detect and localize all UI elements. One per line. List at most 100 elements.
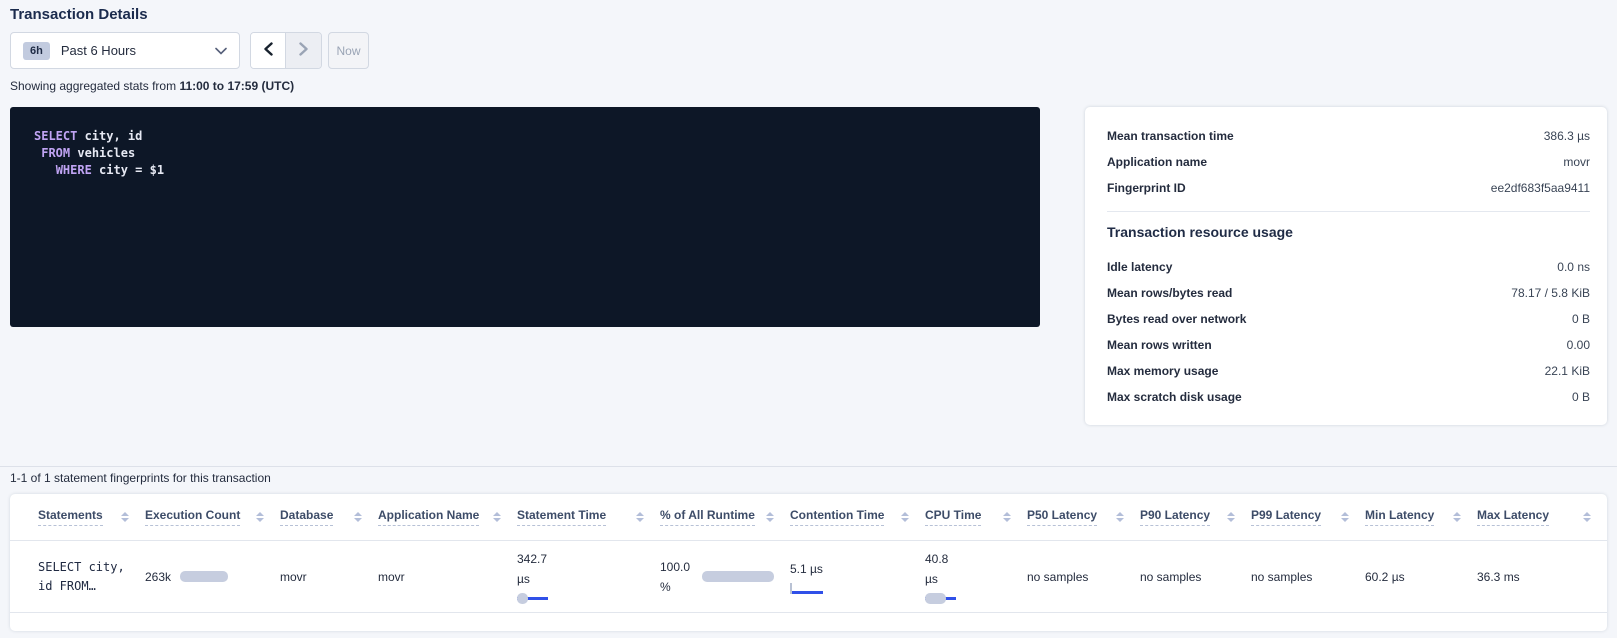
now-button[interactable]: Now xyxy=(328,32,369,69)
pct-runtime-bar xyxy=(702,571,774,582)
contention-time-value: 5.1 µs xyxy=(790,559,909,579)
summary-label: Fingerprint ID xyxy=(1107,181,1186,195)
sql-keyword: FROM xyxy=(41,146,70,160)
column-header-label[interactable]: Min Latency xyxy=(1365,508,1434,526)
resource-value: 0.00 xyxy=(1567,338,1590,352)
column-header-label[interactable]: Statement Time xyxy=(517,508,606,526)
resource-value: 78.17 / 5.8 KiB xyxy=(1511,286,1590,300)
transaction-details-page: Transaction Details 6h Past 6 Hours Now … xyxy=(0,0,1617,638)
cpu-time-bar xyxy=(925,593,956,604)
sql-keyword: WHERE xyxy=(56,163,92,177)
execution-count-value: 263k xyxy=(145,570,171,584)
column-header-label[interactable]: % of All Runtime xyxy=(660,508,755,526)
summary-row: Fingerprint ID ee2df683f5aa9411 xyxy=(1107,175,1590,201)
contention-time-cell: 5.1 µs xyxy=(790,559,925,594)
summary-value: movr xyxy=(1563,155,1590,169)
resource-row: Max scratch disk usage 0 B xyxy=(1107,384,1590,410)
sort-icon[interactable] xyxy=(1003,512,1011,522)
sort-icon[interactable] xyxy=(493,512,501,522)
pct-runtime-value: 100.0 xyxy=(660,557,690,577)
column-header-p99-latency: P99 Latency xyxy=(1251,494,1365,540)
statement-time-unit: µs xyxy=(517,569,644,589)
chevron-left-icon xyxy=(264,42,273,59)
time-range-picker[interactable]: 6h Past 6 Hours xyxy=(10,32,240,69)
column-header-label[interactable]: Statements xyxy=(38,508,103,526)
sort-icon[interactable] xyxy=(121,512,129,522)
resource-row: Bytes read over network 0 B xyxy=(1107,306,1590,332)
resource-label: Mean rows/bytes read xyxy=(1107,286,1232,300)
summary-value: ee2df683f5aa9411 xyxy=(1491,181,1590,195)
p50-latency-cell: no samples xyxy=(1027,570,1140,584)
sql-line: SELECT city, id xyxy=(34,128,1016,145)
resource-label: Bytes read over network xyxy=(1107,312,1246,326)
sort-icon[interactable] xyxy=(636,512,644,522)
mean-line xyxy=(790,591,823,594)
column-header-label[interactable]: Application Name xyxy=(378,508,479,526)
statement-time-bar xyxy=(517,593,548,604)
column-header-label[interactable]: Execution Count xyxy=(145,508,240,526)
statement-time-cell: 342.7 µs xyxy=(517,549,660,604)
summary-label: Mean transaction time xyxy=(1107,129,1234,143)
column-header-label[interactable]: P99 Latency xyxy=(1251,508,1321,526)
sort-icon[interactable] xyxy=(1341,512,1349,522)
column-header-pct-runtime: % of All Runtime xyxy=(660,494,790,540)
sort-icon[interactable] xyxy=(256,512,264,522)
time-range-label: Past 6 Hours xyxy=(61,43,136,58)
resource-value: 0 B xyxy=(1572,390,1590,404)
resource-label: Max memory usage xyxy=(1107,364,1218,378)
column-header-label[interactable]: Max Latency xyxy=(1477,508,1549,526)
column-header-min-latency: Min Latency xyxy=(1365,494,1477,540)
resource-row: Idle latency 0.0 ns xyxy=(1107,254,1590,280)
max-latency-cell: 36.3 ms xyxy=(1477,570,1607,584)
bar-axis-tick xyxy=(790,583,792,594)
column-header-max-latency: Max Latency xyxy=(1477,494,1607,540)
resource-label: Idle latency xyxy=(1107,260,1172,274)
statement-fingerprints-caption: 1-1 of 1 statement fingerprints for this… xyxy=(10,471,271,485)
transaction-summary-card: Mean transaction time 386.3 µs Applicati… xyxy=(1085,107,1607,425)
sort-icon[interactable] xyxy=(766,512,774,522)
sort-icon[interactable] xyxy=(354,512,362,522)
min-latency-cell: 60.2 µs xyxy=(1365,570,1477,584)
sql-line: FROM vehicles xyxy=(34,145,1016,162)
column-header-label[interactable]: CPU Time xyxy=(925,508,981,526)
execution-count-cell: 263k xyxy=(145,570,280,584)
column-header-p90-latency: P90 Latency xyxy=(1140,494,1251,540)
statement-link[interactable]: SELECT city,id FROM… xyxy=(38,558,145,596)
summary-label: Application name xyxy=(1107,155,1207,169)
sort-icon[interactable] xyxy=(1116,512,1124,522)
resource-usage-title: Transaction resource usage xyxy=(1107,224,1590,240)
sql-keyword: SELECT xyxy=(34,129,77,143)
next-range-button[interactable] xyxy=(286,33,321,68)
sort-icon[interactable] xyxy=(1227,512,1235,522)
page-title: Transaction Details xyxy=(10,6,148,23)
pct-runtime-unit: % xyxy=(660,577,690,597)
contention-time-bar xyxy=(790,583,823,594)
column-header-label[interactable]: Contention Time xyxy=(790,508,884,526)
stddev-bar xyxy=(925,593,946,604)
column-header-database: Database xyxy=(280,494,378,540)
resource-row: Max memory usage 22.1 KiB xyxy=(1107,358,1590,384)
statement-line: SELECT city, xyxy=(38,560,125,574)
resource-label: Max scratch disk usage xyxy=(1107,390,1242,404)
summary-value: 386.3 µs xyxy=(1544,129,1590,143)
prev-range-button[interactable] xyxy=(251,33,286,68)
section-divider xyxy=(0,466,1617,467)
column-header-contention-time: Contention Time xyxy=(790,494,925,540)
p90-latency-cell: no samples xyxy=(1140,570,1251,584)
column-header-label[interactable]: Database xyxy=(280,508,333,526)
column-header-label[interactable]: P50 Latency xyxy=(1027,508,1097,526)
aggregated-stats-window: 11:00 to 17:59 (UTC) xyxy=(179,79,294,93)
sort-icon[interactable] xyxy=(1453,512,1461,522)
transaction-sql-fingerprint: SELECT city, id FROM vehicles WHERE city… xyxy=(10,107,1040,327)
sql-text: city, id xyxy=(77,129,142,143)
column-header-label[interactable]: P90 Latency xyxy=(1140,508,1210,526)
time-range-nav xyxy=(250,32,322,69)
resource-value: 0 B xyxy=(1572,312,1590,326)
sql-indent xyxy=(34,163,56,177)
sql-line: WHERE city = $1 xyxy=(34,162,1016,179)
time-range-badge: 6h xyxy=(23,42,50,60)
stddev-bar xyxy=(517,593,528,604)
p99-latency-cell: no samples xyxy=(1251,570,1365,584)
sort-icon[interactable] xyxy=(1583,512,1591,522)
sort-icon[interactable] xyxy=(901,512,909,522)
